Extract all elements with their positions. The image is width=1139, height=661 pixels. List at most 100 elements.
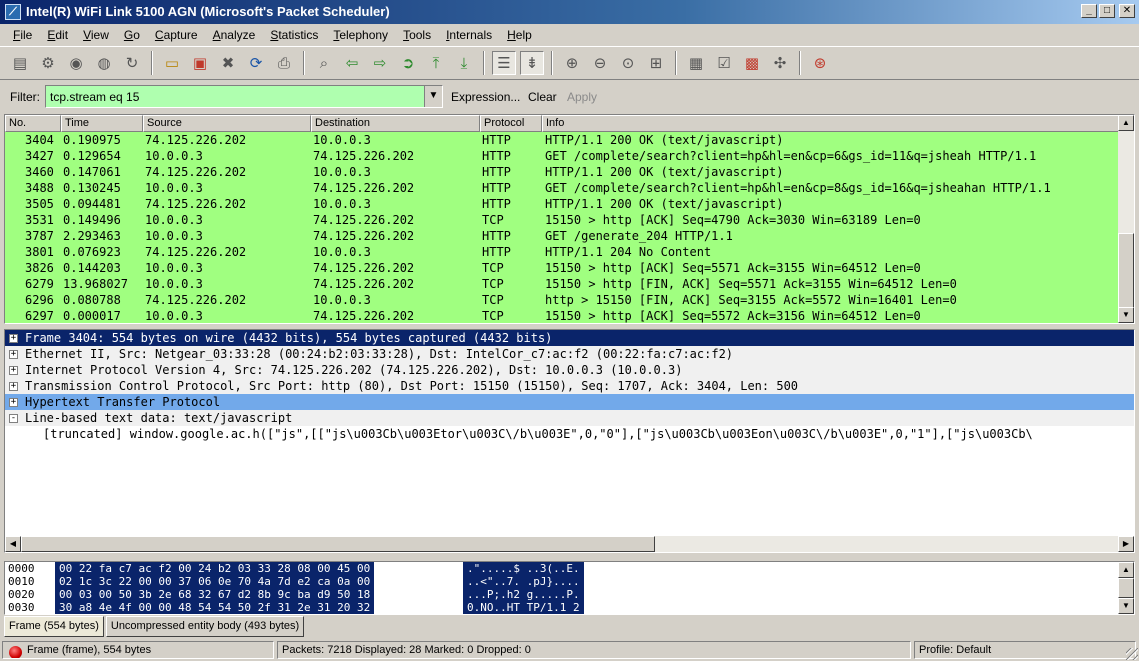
detail-tree-item[interactable]: - Line-based text data: text/javascript [5,410,1134,426]
scroll-down-icon[interactable]: ▼ [1118,307,1134,323]
cell-time: 0.076923 [63,245,121,259]
menu-analyze[interactable]: Analyze [206,28,264,42]
column-header-no[interactable]: No. [5,115,61,132]
menu-file[interactable]: File [6,28,40,42]
maximize-button[interactable]: □ [1099,4,1115,18]
h-scroll-thumb[interactable] [21,536,655,552]
column-header-protocol[interactable]: Protocol [480,115,542,132]
scroll-up-icon[interactable]: ▲ [1118,562,1134,578]
reload-icon[interactable]: ⟳ [244,51,268,75]
details-hscrollbar[interactable]: ◀ ▶ [5,536,1134,552]
restart-capture-icon[interactable]: ↻ [120,51,144,75]
collapse-icon[interactable]: - [9,414,18,423]
colorize-icon[interactable]: ☰ [492,51,516,75]
go-last-icon[interactable]: ⤓ [452,51,476,75]
open-file-icon[interactable]: ▭ [160,51,184,75]
packet-row[interactable]: 3488 0.130245 10.0.0.3 74.125.226.202 HTTP GE… [5,180,1119,196]
expand-icon[interactable]: + [9,398,18,407]
packet-row[interactable]: 3427 0.129654 10.0.0.3 74.125.226.202 HTTP GE… [5,148,1119,164]
packet-row[interactable]: 3505 0.094481 74.125.226.202 10.0.0.3 HTTP HT… [5,196,1119,212]
detail-tree-item[interactable]: [truncated] window.google.ac.h(["js",[["… [5,426,1134,442]
tab-uncompressed-body[interactable]: Uncompressed entity body (493 bytes) [105,616,305,637]
packet-row[interactable]: 6296 0.080788 74.125.226.202 10.0.0.3 TCP htt… [5,292,1119,308]
byte-row[interactable]: 0000 00 22 fa c7 ac f2 00 24 b2 03 33 28 … [5,562,1134,575]
go-to-packet-icon[interactable]: ➲ [396,51,420,75]
column-header-destination[interactable]: Destination [311,115,480,132]
scroll-thumb[interactable] [1118,578,1134,598]
coloring-rules-icon[interactable]: ▩ [740,51,764,75]
menu-help[interactable]: Help [500,28,540,42]
bytes-scrollbar[interactable]: ▲ ▼ [1118,562,1134,614]
byte-hex: 00 03 00 50 3b 2e 68 32 67 d2 8b 9c ba d… [55,588,375,601]
column-header-source[interactable]: Source [143,115,311,132]
help-icon[interactable]: ⊛ [808,51,832,75]
menu-tools[interactable]: Tools [396,28,439,42]
start-capture-icon[interactable]: ◉ [64,51,88,75]
status-profile[interactable]: Profile: Default [914,641,1136,659]
detail-tree-item[interactable]: + Ethernet II, Src: Netgear_03:33:28 (00:… [5,346,1134,362]
resize-columns-icon[interactable]: ⊞ [644,51,668,75]
detail-tree-item[interactable]: + Internet Protocol Version 4, Src: 74.12… [5,362,1134,378]
filter-input[interactable] [46,86,424,107]
stop-capture-icon[interactable]: ◍ [92,51,116,75]
packet-row[interactable]: 3826 0.144203 10.0.0.3 74.125.226.202 TCP 151… [5,260,1119,276]
menu-telephony[interactable]: Telephony [326,28,396,42]
column-header-time[interactable]: Time [61,115,143,132]
interface-list-icon[interactable]: ▤ [8,51,32,75]
detail-tree-item[interactable]: + Hypertext Transfer Protocol [5,394,1134,410]
close-window-button[interactable]: ✕ [1119,4,1135,18]
expand-icon[interactable]: + [9,350,18,359]
save-file-icon[interactable]: ▣ [188,51,212,75]
menu-statistics[interactable]: Statistics [263,28,326,42]
menu-edit[interactable]: Edit [40,28,76,42]
capture-options-icon[interactable]: ⚙ [36,51,60,75]
packet-row[interactable]: 3531 0.149496 10.0.0.3 74.125.226.202 TCP 151… [5,212,1119,228]
menu-go[interactable]: Go [117,28,148,42]
menu-internals[interactable]: Internals [439,28,500,42]
packet-list-scrollbar[interactable]: ▲ ▼ [1118,115,1134,323]
packet-row[interactable]: 3787 2.293463 10.0.0.3 74.125.226.202 HTTP GE… [5,228,1119,244]
go-forward-icon[interactable]: ⇨ [368,51,392,75]
expert-info-icon[interactable] [9,646,22,658]
packet-row[interactable]: 3460 0.147061 74.125.226.202 10.0.0.3 HTTP HT… [5,164,1119,180]
minimize-button[interactable]: _ [1081,4,1097,18]
packet-row[interactable]: 6279 13.968027 10.0.0.3 74.125.226.202 TCP 15… [5,276,1119,292]
menu-view[interactable]: View [76,28,117,42]
preferences-icon[interactable]: ✣ [768,51,792,75]
byte-row[interactable]: 0020 00 03 00 50 3b 2e 68 32 67 d2 8b 9c … [5,588,1134,601]
tab-frame-bytes[interactable]: Frame (554 bytes) [4,616,104,637]
resize-grip-icon[interactable] [1126,648,1138,660]
display-filters-icon[interactable]: ☑ [712,51,736,75]
detail-tree-item[interactable]: + Transmission Control Protocol, Src Port… [5,378,1134,394]
chevron-down-icon[interactable]: ▼ [424,86,442,107]
packet-row[interactable]: 3404 0.190975 74.125.226.202 10.0.0.3 HTTP HT… [5,132,1119,148]
go-back-icon[interactable]: ⇦ [340,51,364,75]
packet-row[interactable]: 3801 0.076923 74.125.226.202 10.0.0.3 HTTP HT… [5,244,1119,260]
find-packet-icon[interactable]: ⌕ [312,51,336,75]
zoom-in-icon[interactable]: ⊕ [560,51,584,75]
print-icon[interactable]: ⎙ [272,51,296,75]
go-first-icon[interactable]: ⤒ [424,51,448,75]
scroll-left-icon[interactable]: ◀ [5,536,21,552]
capture-filters-icon[interactable]: ▦ [684,51,708,75]
scroll-up-icon[interactable]: ▲ [1118,115,1134,131]
scroll-right-icon[interactable]: ▶ [1118,536,1134,552]
expression-button[interactable]: Expression... [451,90,520,104]
zoom-normal-icon[interactable]: ⊙ [616,51,640,75]
column-header-info[interactable]: Info [542,115,1119,132]
apply-button[interactable]: Apply [567,90,597,104]
scroll-down-icon[interactable]: ▼ [1118,598,1134,614]
clear-button[interactable]: Clear [528,90,557,104]
byte-row[interactable]: 0030 30 a8 4e 4f 00 00 48 54 54 50 2f 31 … [5,601,1134,614]
zoom-out-icon[interactable]: ⊖ [588,51,612,75]
auto-scroll-icon[interactable]: ⇟ [520,51,544,75]
expand-icon[interactable]: + [9,382,18,391]
close-file-icon[interactable]: ✖ [216,51,240,75]
scroll-thumb[interactable] [1118,233,1134,309]
packet-row[interactable]: 6297 0.000017 10.0.0.3 74.125.226.202 TCP 151… [5,308,1119,323]
byte-row[interactable]: 0010 02 1c 3c 22 00 00 37 06 0e 70 4a 7d … [5,575,1134,588]
detail-tree-item[interactable]: + Frame 3404: 554 bytes on wire (4432 bit… [5,330,1134,346]
menu-capture[interactable]: Capture [148,28,206,42]
expand-icon[interactable]: + [9,366,18,375]
expand-icon[interactable]: + [9,334,18,343]
